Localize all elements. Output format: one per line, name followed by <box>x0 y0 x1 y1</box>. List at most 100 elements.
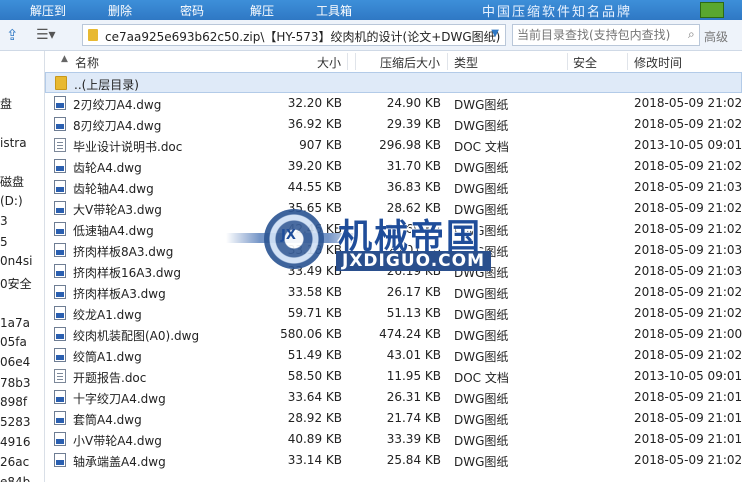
file-type: DWG图纸 <box>454 434 509 448</box>
dwg-file-icon <box>54 180 66 194</box>
search-box[interactable] <box>512 24 705 46</box>
dwg-file-icon <box>54 306 66 320</box>
tree-item[interactable]: 3 <box>0 214 8 228</box>
tree-item[interactable]: 26ac <box>0 455 29 469</box>
address-bar: ⇪ ☰▾ ce7aa925e693b62c50.zip\【HY-573】绞肉机的… <box>0 20 742 51</box>
table-row[interactable]: 大V带轮A3.dwg 35.65 KB 28.62 KB DWG图纸 2018-05-0… <box>45 198 742 219</box>
table-row[interactable]: 8刃绞刀A4.dwg 36.92 KB 29.39 KB DWG图纸 2018-05-0… <box>45 114 742 135</box>
tree-item[interactable]: 5283 <box>0 415 31 429</box>
dwg-file-icon <box>54 159 66 173</box>
file-type: DWG图纸 <box>454 266 509 280</box>
tree-item[interactable]: e84b <box>0 475 30 482</box>
file-compressed-size: 11.95 KB <box>386 369 441 383</box>
column-security[interactable]: 安全 <box>573 54 597 71</box>
tree-item[interactable]: 盘 <box>0 95 12 112</box>
file-name: 2刃绞刀A4.dwg <box>73 98 162 112</box>
file-type: DOC 文档 <box>454 140 509 154</box>
tree-item[interactable]: 1a7a <box>0 316 30 330</box>
folder-tree: 盘 istra 磁盘 (D:) 3 5 0n4si 0安全 1a7a 05fa … <box>0 51 45 482</box>
file-type: DWG图纸 <box>454 182 509 196</box>
extract-button[interactable]: 解压 <box>250 2 274 19</box>
file-modified: 2013-10-05 09:01: <box>634 369 742 383</box>
dwg-file-icon <box>54 390 66 404</box>
column-header-row: ▲ 名称 大小 压缩后大小 类型 安全 修改时间 <box>45 51 742 73</box>
tree-item[interactable]: 78b3 <box>0 376 31 390</box>
up-folder-icon[interactable]: ⇪ <box>6 27 24 43</box>
file-size: 33.18 KB <box>287 243 342 257</box>
search-icon[interactable]: ⌕ <box>688 27 695 42</box>
table-row[interactable]: 齿轮轴A4.dwg 44.55 KB 36.83 KB DWG图纸 2018-05-09… <box>45 177 742 198</box>
extract-to-button[interactable]: 解压到 <box>30 2 66 19</box>
file-size: 33.49 KB <box>287 264 342 278</box>
tree-item[interactable]: 5 <box>0 235 8 249</box>
table-row[interactable]: 绞肉机装配图(A0).dwg 580.06 KB 474.24 KB DWG图纸 201… <box>45 324 742 345</box>
file-modified: 2013-10-05 09:01: <box>634 138 742 152</box>
tree-item[interactable]: 05fa <box>0 335 27 349</box>
column-name[interactable]: 名称 <box>75 54 99 71</box>
search-input[interactable] <box>513 25 705 45</box>
advanced-search-button[interactable]: 高级 <box>704 28 728 45</box>
file-size: 580.06 KB <box>280 327 342 341</box>
dwg-file-icon <box>54 201 66 215</box>
tree-item[interactable]: istra <box>0 136 27 150</box>
file-size: 33.14 KB <box>287 453 342 467</box>
file-modified: 2018-05-09 21:02: <box>634 453 742 467</box>
path-field[interactable]: ce7aa925e693b62c50.zip\【HY-573】绞肉机的设计(论文… <box>82 24 506 46</box>
table-row[interactable]: 毕业设计说明书.doc 907 KB 296.98 KB DOC 文档 2013-10-… <box>45 135 742 156</box>
tree-item[interactable]: 06e4 <box>0 355 30 369</box>
tree-item[interactable]: 4916 <box>0 435 31 449</box>
dwg-file-icon <box>54 285 66 299</box>
tree-item[interactable]: 0安全 <box>0 275 32 292</box>
table-row[interactable]: 轴承端盖A4.dwg 33.14 KB 25.84 KB DWG图纸 2018-05-0… <box>45 450 742 471</box>
toolbox-button[interactable]: 工具箱 <box>316 2 352 19</box>
file-size: 907 KB <box>299 138 342 152</box>
tree-item[interactable]: 898f <box>0 395 27 409</box>
tree-item[interactable]: 0n4si <box>0 254 32 268</box>
file-type: DWG图纸 <box>454 245 509 259</box>
table-row[interactable]: 绞筒A1.dwg 51.49 KB 43.01 KB DWG图纸 2018-05-09 … <box>45 345 742 366</box>
file-size: 33.58 KB <box>287 285 342 299</box>
file-size: 33.64 KB <box>287 390 342 404</box>
table-row[interactable]: 2刃绞刀A4.dwg 32.20 KB 24.90 KB DWG图纸 2018-05-0… <box>45 93 742 114</box>
top-toolbar: 解压到 删除 密码 解压 工具箱 中国压缩软件知名品牌 <box>0 0 742 20</box>
file-name: 绞肉机装配图(A0).dwg <box>73 329 200 343</box>
column-size[interactable]: 大小 <box>317 54 341 71</box>
column-divider <box>627 53 628 70</box>
column-type[interactable]: 类型 <box>454 54 478 71</box>
file-compressed-size: 26.01 KB <box>386 243 441 257</box>
password-button[interactable]: 密码 <box>180 2 204 19</box>
tree-item[interactable]: 磁盘 <box>0 173 24 190</box>
table-row[interactable]: 套筒A4.dwg 28.92 KB 21.74 KB DWG图纸 2018-05-09 … <box>45 408 742 429</box>
dwg-file-icon <box>54 222 66 236</box>
table-row[interactable]: 绞龙A1.dwg 59.71 KB 51.13 KB DWG图纸 2018-05-09 … <box>45 303 742 324</box>
view-mode-icon[interactable]: ☰▾ <box>36 27 58 43</box>
table-row[interactable]: 十字绞刀A4.dwg 33.64 KB 26.31 KB DWG图纸 2018-05-0… <box>45 387 742 408</box>
table-row[interactable]: 挤肉样板8A3.dwg 33.18 KB 26.01 KB DWG图纸 2018-05-… <box>45 240 742 261</box>
file-modified: 2018-05-09 21:01: <box>634 411 742 425</box>
column-modified[interactable]: 修改时间 <box>634 54 682 71</box>
file-compressed-size: 29.39 KB <box>386 117 441 131</box>
file-name: 齿轮A4.dwg <box>73 161 142 175</box>
parent-directory-label: ..(上层目录) <box>74 78 139 92</box>
table-row[interactable]: 齿轮A4.dwg 39.20 KB 31.70 KB DWG图纸 2018-05-09 … <box>45 156 742 177</box>
parent-directory-row[interactable]: ..(上层目录) <box>45 72 742 93</box>
column-compressed-size[interactable]: 压缩后大小 <box>380 54 440 71</box>
table-row[interactable]: 挤肉样板16A3.dwg 33.49 KB 26.19 KB DWG图纸 2018-05… <box>45 261 742 282</box>
delete-button[interactable]: 删除 <box>108 2 132 19</box>
file-type: DWG图纸 <box>454 392 509 406</box>
table-row[interactable]: 开题报告.doc 58.50 KB 11.95 KB DOC 文档 2013-10-05… <box>45 366 742 387</box>
file-compressed-size: 24.90 KB <box>386 96 441 110</box>
file-compressed-size: 26.17 KB <box>386 285 441 299</box>
table-row[interactable]: 低速轴A4.dwg 42.46 KB 34.69 KB DWG图纸 2018-05-09… <box>45 219 742 240</box>
table-row[interactable]: 小V带轮A4.dwg 40.89 KB 33.39 KB DWG图纸 2018-05-0… <box>45 429 742 450</box>
table-row[interactable]: 挤肉样板A3.dwg 33.58 KB 26.17 KB DWG图纸 2018-05-0… <box>45 282 742 303</box>
dwg-file-icon <box>54 264 66 278</box>
dwg-file-icon <box>54 327 66 341</box>
tree-item[interactable]: (D:) <box>0 194 23 208</box>
brand-slogan: 中国压缩软件知名品牌 <box>482 5 633 20</box>
dwg-file-icon <box>54 348 66 362</box>
file-size: 51.49 KB <box>287 348 342 362</box>
file-type: DWG图纸 <box>454 161 509 175</box>
chevron-down-icon[interactable]: ▼ <box>491 28 499 39</box>
file-name: 齿轮轴A4.dwg <box>73 182 154 196</box>
